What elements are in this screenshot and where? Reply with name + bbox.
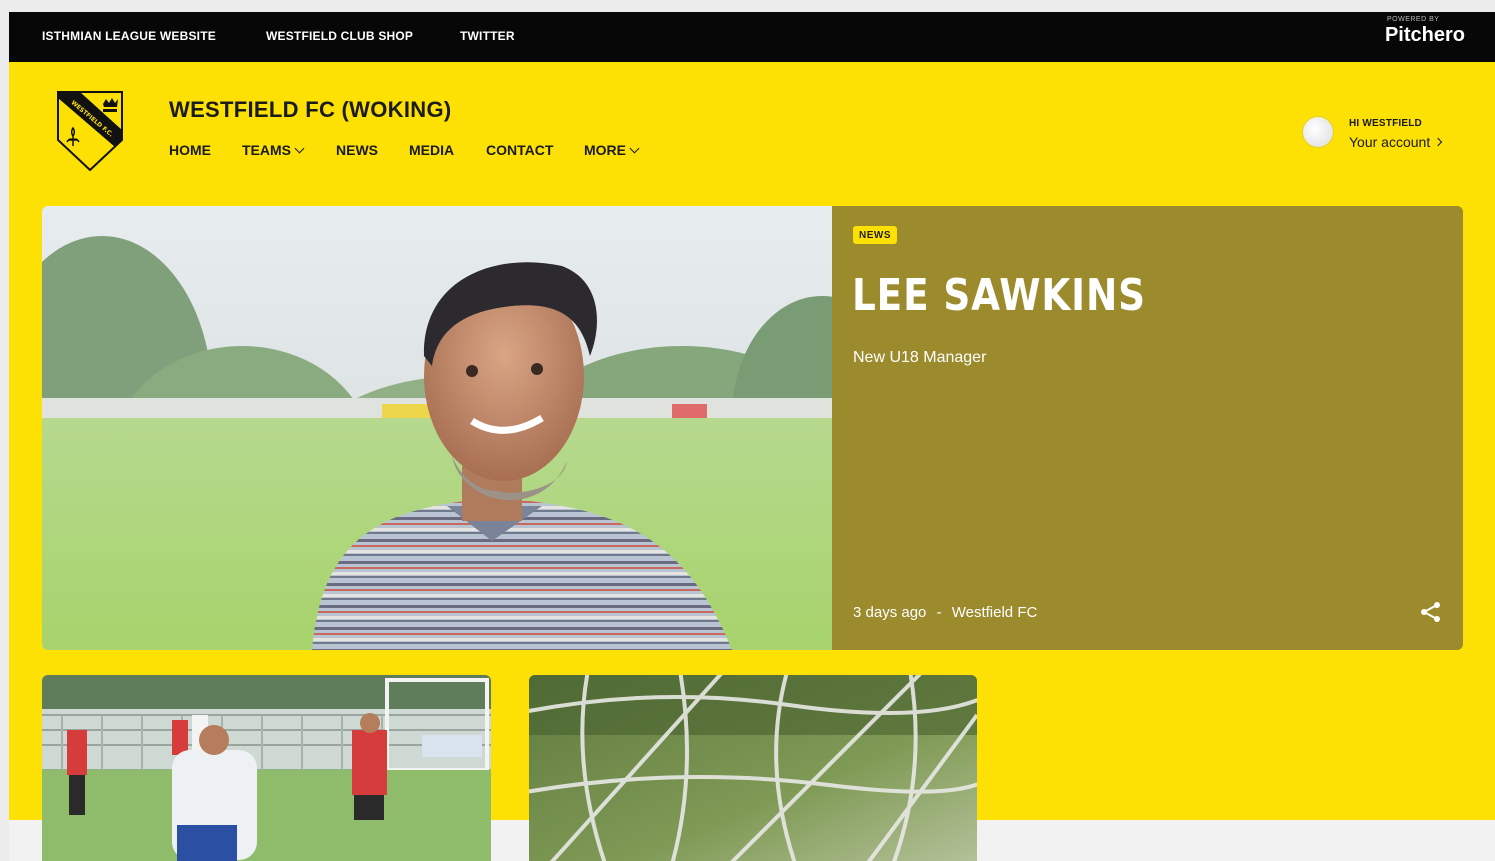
club-crest-icon[interactable]: WESTFIELD F.C. [55, 90, 125, 172]
avatar[interactable] [1302, 116, 1334, 148]
article-author: Westfield FC [951, 604, 1038, 621]
news-badge: NEWS [853, 226, 897, 244]
nav-media-label: MEDIA [409, 142, 455, 158]
goal-net-image[interactable] [529, 675, 977, 861]
article-subtitle: New U18 Manager [853, 349, 987, 366]
top-bar: ISTHMIAN LEAGUE WEBSITE WESTFIELD CLUB S… [9, 12, 1495, 62]
nav-teams-label: TEAMS [242, 142, 291, 158]
nav-news[interactable]: NEWS [336, 142, 378, 162]
your-account-label: Your account [1349, 134, 1431, 150]
page: ISTHMIAN LEAGUE WEBSITE WESTFIELD CLUB S… [9, 12, 1495, 861]
share-icon[interactable] [1420, 601, 1442, 623]
pitchero-logo: Pitchero [1384, 24, 1465, 46]
chevron-down-icon [294, 143, 305, 154]
nav-contact-label: CONTACT [486, 142, 554, 158]
club-name[interactable]: WESTFIELD FC (WOKING) [169, 97, 451, 123]
powered-by-label: POWERED BY [1386, 16, 1440, 23]
nav-news-label: NEWS [336, 142, 378, 158]
article-title[interactable]: LEE SAWKINS [852, 270, 1146, 321]
chevron-down-icon [629, 143, 640, 154]
chevron-right-icon [1433, 137, 1443, 147]
account-greeting: HI WESTFIELD [1349, 118, 1422, 129]
club-shop-link[interactable]: WESTFIELD CLUB SHOP [266, 29, 413, 43]
featured-article-image[interactable] [42, 206, 832, 650]
news-card-goal-net[interactable] [529, 675, 977, 861]
twitter-link[interactable]: TWITTER [460, 29, 515, 43]
news-card-match[interactable] [42, 675, 491, 861]
powered-by-pitchero[interactable]: POWERED BY Pitchero [1385, 16, 1465, 47]
account-menu[interactable]: HI WESTFIELD Your account [1302, 114, 1472, 154]
article-time: 3 days ago [853, 604, 927, 621]
featured-article-panel: NEWS LEE SAWKINS New U18 Manager 3 days … [832, 206, 1463, 650]
your-account-link[interactable]: Your account [1349, 134, 1443, 150]
nav-home-label: HOME [169, 142, 211, 158]
isthmian-league-link[interactable]: ISTHMIAN LEAGUE WEBSITE [42, 29, 216, 43]
featured-article[interactable]: NEWS LEE SAWKINS New U18 Manager 3 days … [42, 206, 1463, 650]
nav-media[interactable]: MEDIA [409, 142, 454, 162]
nav-teams[interactable]: TEAMS [242, 142, 305, 162]
nav-home[interactable]: HOME [169, 142, 211, 162]
article-meta: 3 days ago - Westfield FC [853, 604, 1037, 621]
meta-separator: - [936, 604, 942, 621]
nav-contact[interactable]: CONTACT [486, 142, 553, 162]
nav-more-label: MORE [584, 142, 626, 158]
nav-more[interactable]: MORE [584, 142, 640, 162]
match-action-image[interactable] [42, 675, 491, 861]
